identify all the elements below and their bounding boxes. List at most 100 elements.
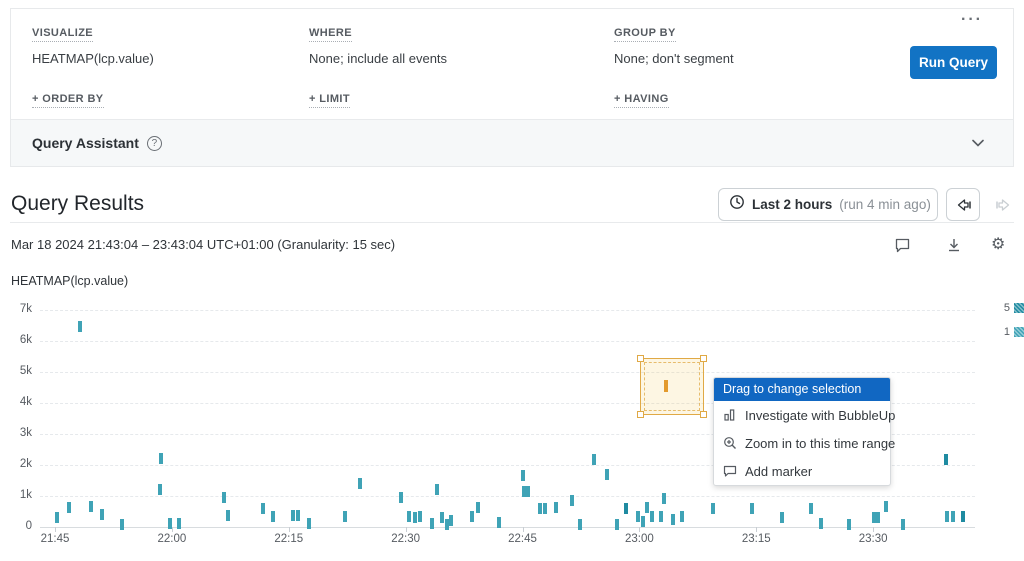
x-axis-tick	[873, 527, 874, 532]
heatmap-cell	[605, 469, 609, 480]
heatmap-cell	[662, 493, 666, 504]
heatmap-cell	[440, 512, 444, 523]
x-axis-label: 23:15	[726, 533, 786, 545]
heatmap-cell	[636, 511, 640, 522]
x-axis-tick	[55, 527, 56, 532]
zoom-in-icon	[723, 436, 737, 450]
gridline	[40, 310, 975, 311]
heatmap-cell	[177, 518, 181, 529]
x-axis-tick	[639, 527, 640, 532]
y-axis-label: 2k	[0, 458, 32, 470]
menu-item-label: Zoom in to this time range	[745, 436, 895, 451]
heatmap-cell	[291, 510, 295, 521]
heatmap-cell	[819, 518, 823, 529]
heatmap-cell	[407, 511, 411, 522]
heatmap-cell	[343, 511, 347, 522]
heatmap-cell	[711, 503, 715, 514]
x-axis-label: 23:30	[843, 533, 903, 545]
heatmap-cell	[445, 519, 449, 530]
heatmap-cell	[521, 470, 525, 481]
heatmap-cell	[543, 503, 547, 514]
heatmap-cell	[809, 503, 813, 514]
heatmap-cell	[578, 519, 582, 530]
y-axis-label: 7k	[0, 303, 32, 315]
y-axis-label: 4k	[0, 396, 32, 408]
heatmap-cell	[951, 511, 955, 522]
heatmap-cell	[901, 519, 905, 530]
heatmap-cell	[413, 512, 417, 523]
selection-handle-nw[interactable]	[637, 355, 644, 362]
heatmap-cell	[271, 511, 275, 522]
x-axis-label: 23:00	[609, 533, 669, 545]
heatmap-legend: 5 1	[998, 301, 1024, 349]
heatmap-cell	[168, 518, 172, 529]
heatmap-cell	[650, 511, 654, 522]
heatmap-cell	[554, 502, 558, 513]
heatmap-cell	[100, 509, 104, 520]
heatmap-cell	[592, 454, 596, 465]
legend-max-label: 5	[1004, 302, 1010, 314]
heatmap-cell	[159, 453, 163, 464]
heatmap-cell	[158, 484, 162, 495]
y-axis-label: 5k	[0, 365, 32, 377]
heatmap-cell	[358, 478, 362, 489]
bubbleup-chart-icon	[723, 408, 737, 422]
heatmap-cell	[526, 486, 530, 497]
heatmap-cell	[538, 503, 542, 514]
heatmap-cell	[944, 454, 948, 465]
menu-item-label: Add marker	[745, 464, 812, 479]
heatmap-cell	[961, 511, 965, 522]
heatmap-cell	[307, 518, 311, 529]
menu-item-add-marker[interactable]: Add marker	[714, 457, 890, 485]
heatmap-cell	[435, 484, 439, 495]
x-axis-tick	[406, 527, 407, 532]
heatmap-cell	[222, 492, 226, 503]
legend-max-row: 5	[998, 301, 1024, 314]
heatmap-cell	[449, 515, 453, 526]
heatmap-cell	[884, 501, 888, 512]
heatmap-cell	[226, 510, 230, 521]
heatmap-cell	[399, 492, 403, 503]
y-axis-label: 0	[0, 520, 32, 532]
gridline	[40, 496, 975, 497]
gridline	[40, 372, 975, 373]
legend-max-swatch	[1014, 303, 1024, 313]
heatmap-cell	[680, 511, 684, 522]
heatmap-cell	[847, 519, 851, 530]
x-axis-label: 22:45	[493, 533, 553, 545]
selection-handle-ne[interactable]	[700, 355, 707, 362]
add-marker-icon	[723, 464, 737, 478]
y-axis-label: 1k	[0, 489, 32, 501]
x-axis-tick	[523, 527, 524, 532]
heatmap-cell	[418, 511, 422, 522]
menu-item-label: Investigate with BubbleUp	[745, 408, 895, 423]
heatmap-cell	[67, 502, 71, 513]
selection-handle-se[interactable]	[700, 411, 707, 418]
heatmap-cell	[430, 518, 434, 529]
legend-min-row: 1	[998, 325, 1024, 338]
legend-min-label: 1	[1004, 326, 1010, 338]
heatmap-cell	[750, 503, 754, 514]
heatmap-cell	[120, 519, 124, 530]
heatmap-cell	[780, 512, 784, 523]
y-axis-label: 3k	[0, 427, 32, 439]
heatmap-cell	[945, 511, 949, 522]
x-axis-tick	[289, 527, 290, 532]
legend-min-swatch	[1014, 327, 1024, 337]
menu-item-investigate-bubbleup[interactable]: Investigate with BubbleUp	[714, 401, 890, 429]
selection-handle-sw[interactable]	[637, 411, 644, 418]
heatmap-cell	[497, 517, 501, 528]
x-axis-label: 22:15	[259, 533, 319, 545]
selection-box[interactable]	[640, 358, 704, 415]
menu-item-zoom-time-range[interactable]: Zoom in to this time range	[714, 429, 890, 457]
context-menu-header: Drag to change selection	[714, 378, 890, 401]
heatmap-cell	[470, 511, 474, 522]
heatmap-cell	[615, 519, 619, 530]
heatmap-cell	[645, 502, 649, 513]
heatmap-cell	[55, 512, 59, 523]
x-axis-label: 22:00	[142, 533, 202, 545]
selection-context-menu: Drag to change selection Investigate wit…	[713, 377, 891, 486]
x-axis-label: 21:45	[25, 533, 85, 545]
heatmap-cell	[261, 503, 265, 514]
gridline	[40, 341, 975, 342]
